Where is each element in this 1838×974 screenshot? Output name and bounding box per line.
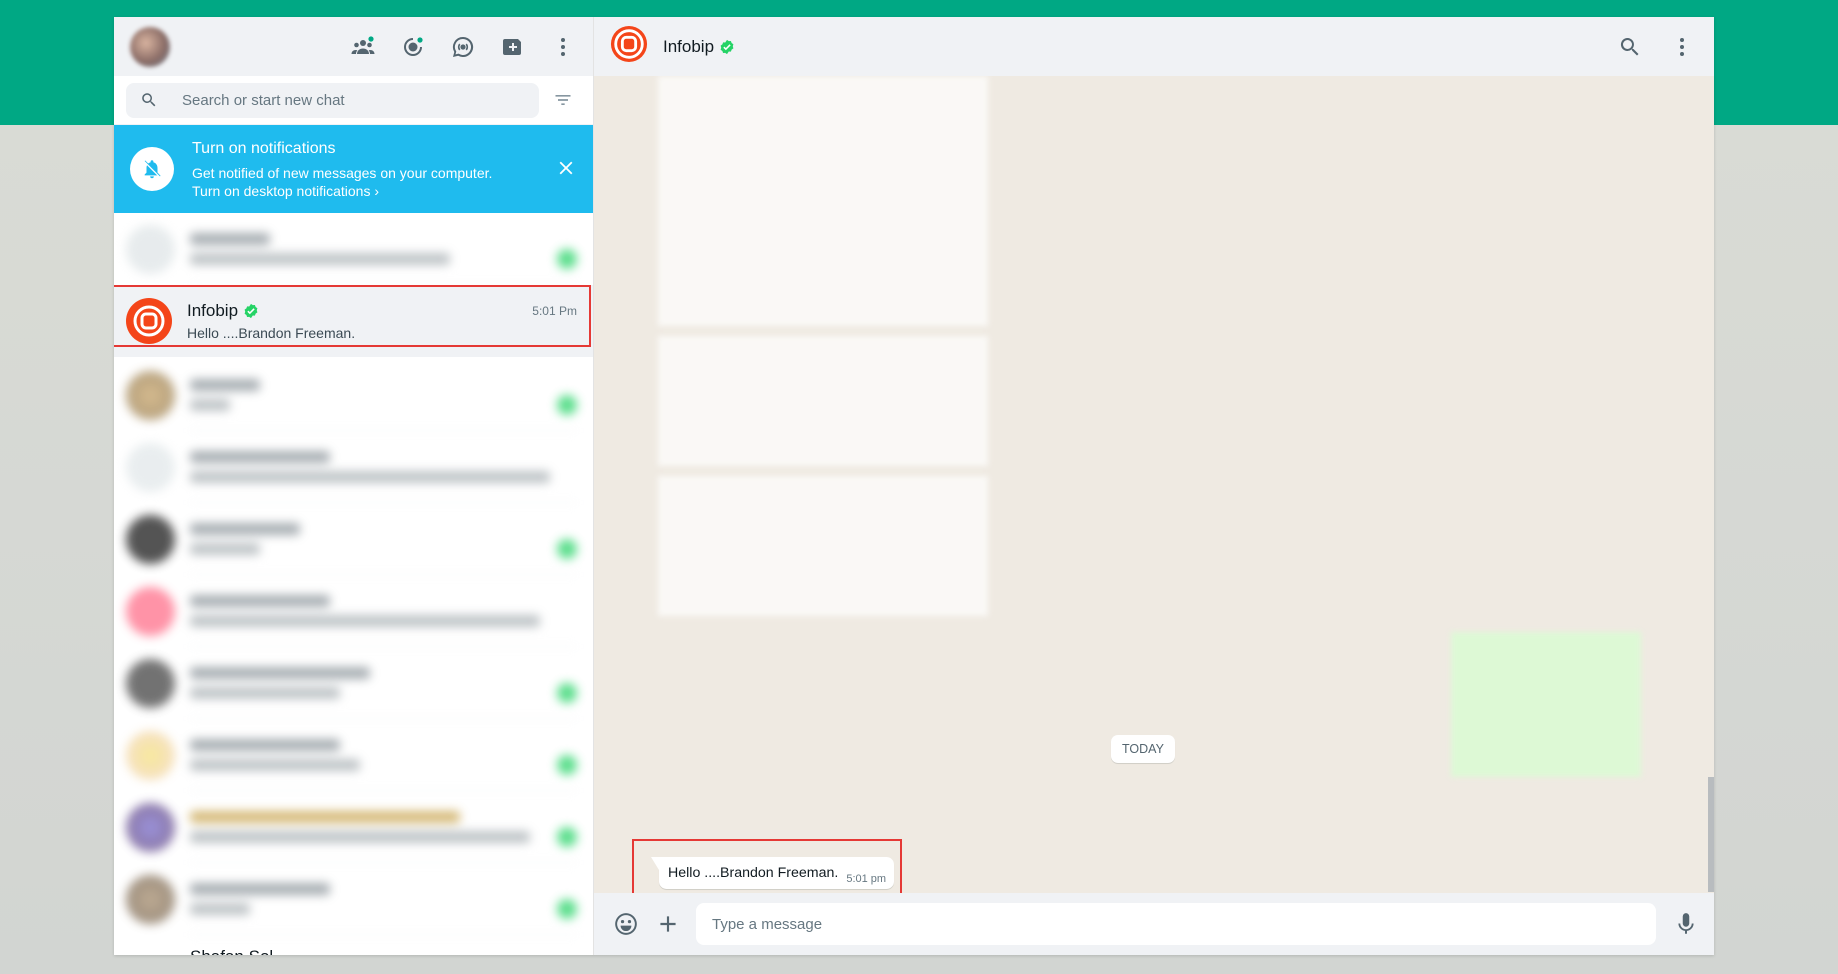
- conversation-pane: Infobip TODAY Hello ....Brandon Freeman.…: [594, 17, 1714, 955]
- infobip-logo-icon: [126, 298, 172, 344]
- date-chip: TODAY: [1111, 735, 1175, 763]
- chat-row[interactable]: [114, 503, 593, 575]
- chat-list-pane: Turn on notifications Get notified of ne…: [114, 17, 594, 955]
- notification-banner: Turn on notifications Get notified of ne…: [114, 125, 593, 213]
- notification-bell-icon: [130, 147, 174, 191]
- blurred-message-card: [658, 476, 988, 616]
- message-time: 5:01 pm: [846, 873, 887, 885]
- chat-row[interactable]: [114, 575, 593, 647]
- chat-row[interactable]: [114, 647, 593, 719]
- chat-name[interactable]: Shafan Sol...: [190, 947, 287, 955]
- message-input[interactable]: [712, 915, 1656, 933]
- chat-row-infobip[interactable]: Infobip Hello ....Brandon Freeman. 5:01 …: [114, 285, 593, 357]
- emoji-icon[interactable]: [610, 908, 642, 940]
- search-icon[interactable]: [1614, 31, 1646, 63]
- whatsapp-app: Turn on notifications Get notified of ne…: [114, 17, 1714, 955]
- chat-list: Infobip Hello ....Brandon Freeman. 5:01 …: [114, 213, 593, 935]
- message-bubble[interactable]: Hello ....Brandon Freeman. 5:01 pm: [650, 857, 895, 889]
- chat-row[interactable]: [114, 719, 593, 791]
- enable-notifications-link[interactable]: Turn on desktop notifications ›: [192, 183, 492, 199]
- search-box[interactable]: [126, 82, 539, 118]
- attach-plus-icon[interactable]: [652, 908, 684, 940]
- chat-name: Infobip: [187, 301, 239, 320]
- message-text: Hello ....Brandon Freeman.: [668, 865, 839, 881]
- verified-badge-icon: [719, 39, 735, 55]
- notification-title: Turn on notifications: [192, 139, 336, 157]
- chat-row[interactable]: [114, 359, 593, 431]
- search-icon: [142, 93, 156, 107]
- my-avatar[interactable]: [130, 26, 170, 67]
- blurred-sent-message: [1451, 632, 1641, 777]
- scrollbar[interactable]: [1708, 777, 1714, 892]
- search-input[interactable]: [182, 91, 502, 109]
- menu-icon[interactable]: [547, 31, 579, 63]
- left-header: [114, 17, 593, 76]
- chat-time: 5:01 Pm: [532, 304, 577, 318]
- chat-row[interactable]: [114, 431, 593, 503]
- infobip-logo-icon[interactable]: [610, 25, 648, 68]
- blurred-contact-card: [658, 76, 988, 326]
- notification-subtitle: Get notified of new messages on your com…: [192, 164, 493, 181]
- chat-row[interactable]: [114, 213, 593, 285]
- chat-row[interactable]: [114, 863, 593, 935]
- channels-icon[interactable]: [447, 31, 479, 63]
- search-row: [114, 76, 593, 125]
- verified-badge-icon: [243, 303, 259, 319]
- blurred-message-card: [658, 336, 988, 466]
- conversation-name[interactable]: Infobip: [663, 37, 714, 57]
- conversation-header: Infobip: [594, 17, 1714, 76]
- filter-icon[interactable]: [545, 82, 581, 118]
- composer: [594, 893, 1714, 955]
- menu-icon[interactable]: [1666, 31, 1698, 63]
- new-chat-icon[interactable]: [497, 31, 529, 63]
- status-icon[interactable]: [397, 31, 429, 63]
- chat-row[interactable]: [114, 791, 593, 863]
- close-icon[interactable]: [555, 157, 579, 181]
- chat-last-message: Hello ....Brandon Freeman.: [187, 325, 356, 341]
- microphone-icon[interactable]: [1670, 908, 1702, 940]
- message-area: TODAY: [594, 76, 1714, 893]
- message-input-box[interactable]: [696, 903, 1656, 945]
- communities-icon[interactable]: [347, 31, 379, 63]
